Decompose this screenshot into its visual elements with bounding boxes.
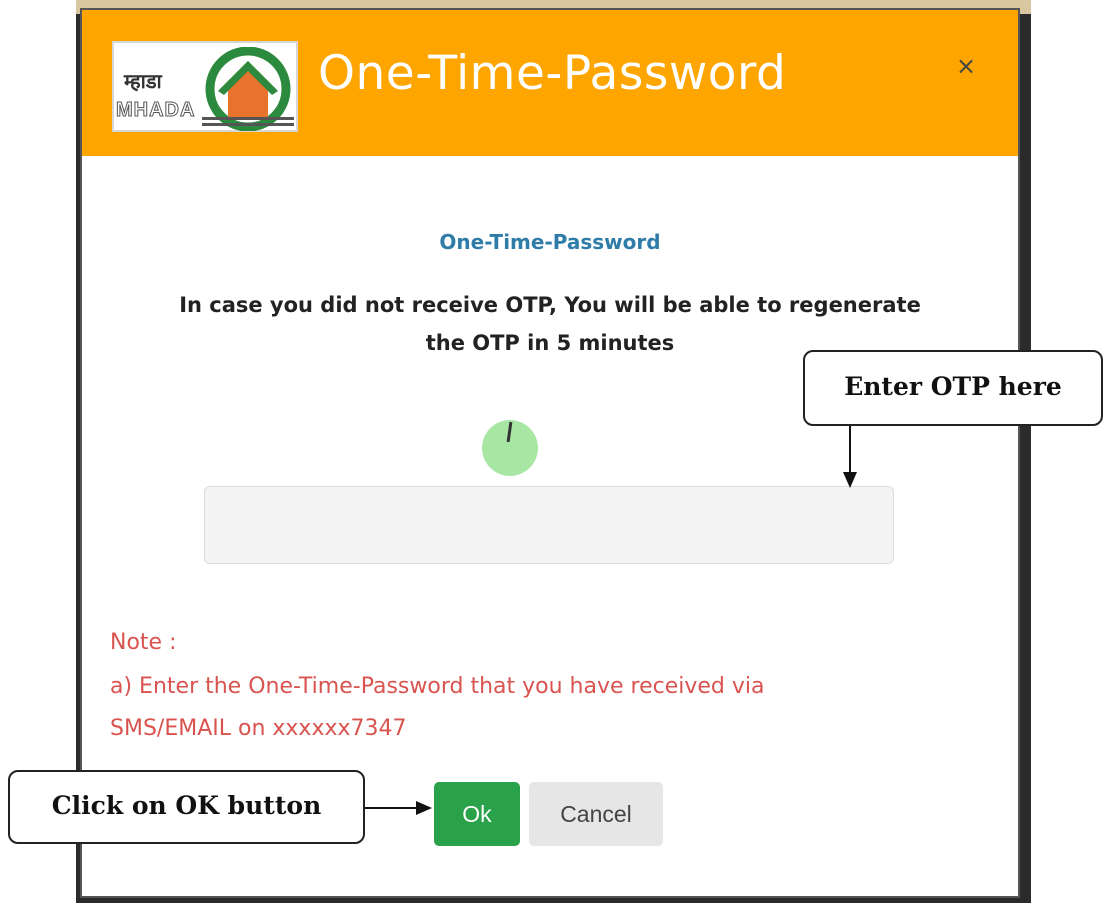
enter-otp-callout: Enter OTP here	[803, 350, 1103, 426]
click-ok-arrow-head	[416, 801, 432, 815]
enter-otp-arrow-head	[843, 472, 857, 488]
click-ok-callout: Click on OK button	[8, 770, 365, 844]
annotation-arrows	[365, 426, 857, 815]
